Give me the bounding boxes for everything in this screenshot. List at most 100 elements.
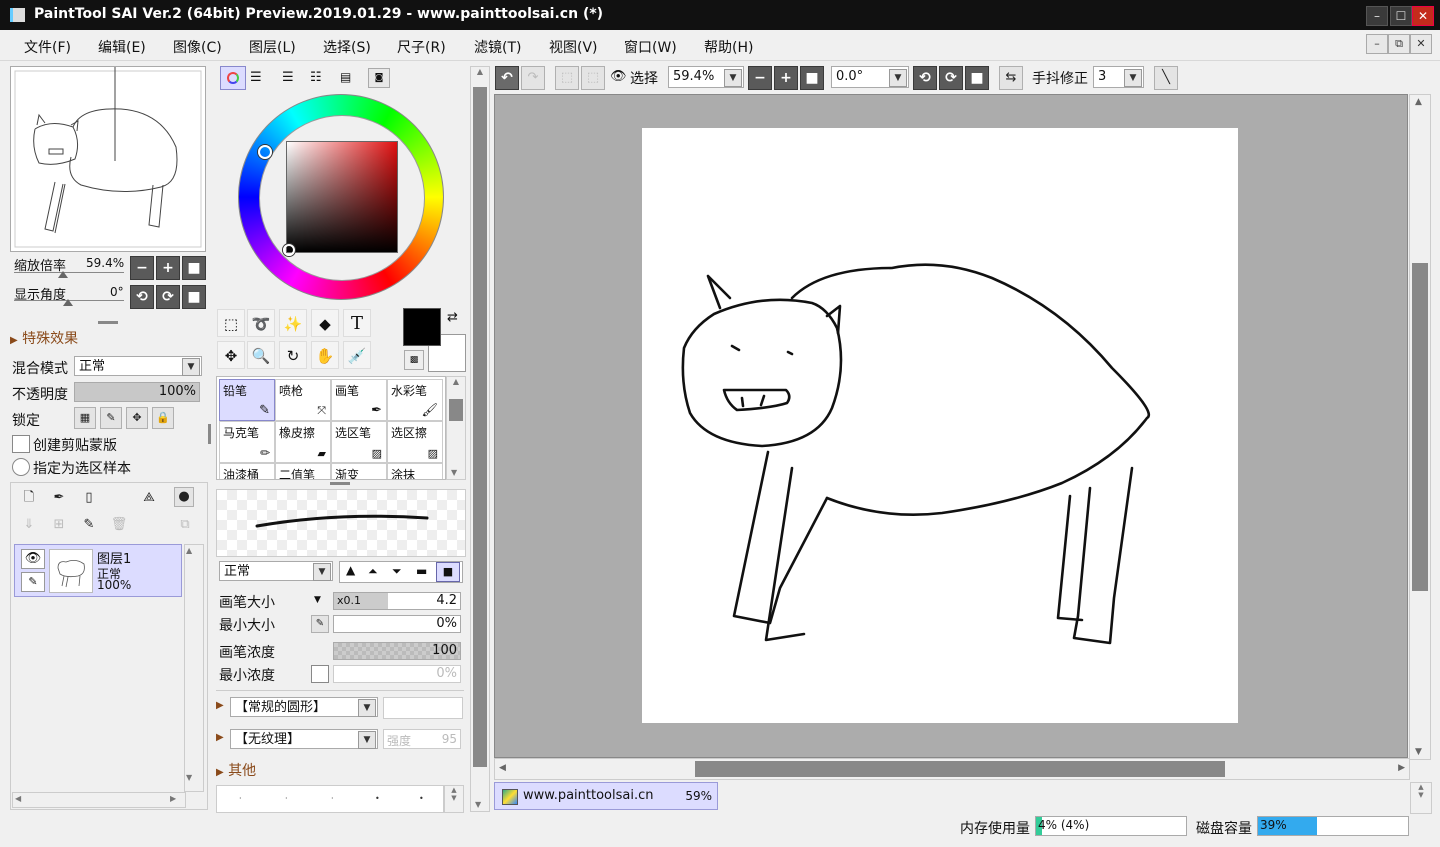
rotate-right-button[interactable]: ⟳ xyxy=(156,285,180,309)
sv-cursor[interactable] xyxy=(283,244,295,256)
brush-watercolor[interactable]: 水彩笔 🖌 xyxy=(387,379,443,421)
canvas-zoom-reset-button[interactable]: ■ xyxy=(800,66,824,90)
text-tool-icon[interactable]: T xyxy=(343,309,371,337)
panel-splitter[interactable] xyxy=(98,321,118,324)
canvas-angle-select[interactable]: 0.0° ▼ xyxy=(831,66,909,88)
color-wheel-tab[interactable] xyxy=(220,66,246,90)
density-slider[interactable]: 100 xyxy=(333,642,461,660)
merge-down-icon[interactable]: ⊞ xyxy=(48,514,70,536)
tool-scroll-thumb[interactable] xyxy=(473,87,487,767)
document-canvas[interactable] xyxy=(642,128,1238,723)
swap-colors-icon[interactable]: ⇄ xyxy=(447,310,458,325)
stabilizer-select[interactable]: 3 ▼ xyxy=(1093,66,1144,88)
rotate-left-button[interactable]: ⟲ xyxy=(130,285,154,309)
brush-gradient[interactable]: 渐变 xyxy=(331,463,387,479)
brush-scroll-down-icon[interactable]: ▼ xyxy=(451,468,457,477)
canvas-scroll-left-icon[interactable]: ◀ xyxy=(499,763,506,773)
menu-edit[interactable]: 编辑(E) xyxy=(98,37,146,57)
canvas-hscroll-thumb[interactable] xyxy=(695,761,1225,777)
size-slider[interactable]: x0.1 4.2 xyxy=(333,592,461,610)
move-tool-icon[interactable]: ✥ xyxy=(217,341,245,369)
mdi-minimize-button[interactable]: – xyxy=(1366,34,1388,54)
brush-scroll-thumb[interactable] xyxy=(449,399,463,421)
select-visibility-eye-icon[interactable]: 👁 xyxy=(610,69,627,84)
blend-mode-select[interactable]: 正常 ▼ xyxy=(74,356,202,376)
mindensity-slider[interactable]: 0% xyxy=(333,665,461,683)
lock-transparency-icon[interactable]: ▦ xyxy=(74,407,96,429)
tip-soft-icon[interactable]: ⏷ xyxy=(392,564,402,579)
clear-layer-icon[interactable]: ✎ xyxy=(78,514,100,536)
opacity-slider[interactable]: 100% xyxy=(74,382,200,402)
brush-pencil[interactable]: 铅笔 ✎ xyxy=(219,379,275,421)
canvas-zoom-out-button[interactable]: − xyxy=(748,66,772,90)
angle-slider-handle[interactable] xyxy=(63,299,73,306)
zoom-out-button[interactable]: − xyxy=(130,256,154,280)
canvas-rotate-right-button[interactable]: ⟳ xyxy=(939,66,963,90)
tip-sharp-icon[interactable]: ▲ xyxy=(346,563,355,577)
tool-scroll-down-icon[interactable]: ▼ xyxy=(475,800,481,809)
lock-move-icon[interactable]: ✥ xyxy=(126,407,148,429)
brush-binary-pen[interactable]: 二值笔 xyxy=(275,463,331,479)
transfer-down-icon[interactable]: ⇓ xyxy=(18,514,40,536)
texture-strength-slider[interactable]: 强度 95 xyxy=(383,729,461,749)
rotate-reset-button[interactable]: ■ xyxy=(182,285,206,309)
menu-layer[interactable]: 图层(L) xyxy=(249,37,296,57)
menu-view[interactable]: 视图(V) xyxy=(549,37,598,57)
layer-hscroll-left-icon[interactable]: ◀ xyxy=(15,794,21,803)
brush-brush[interactable]: 画笔 ✒ xyxy=(331,379,387,421)
rotate-tool-icon[interactable]: ↻ xyxy=(279,341,307,369)
size-multiplier-dropdown-icon[interactable]: ▼ xyxy=(314,595,321,605)
brush-select-eraser[interactable]: 选区擦 ▨ xyxy=(387,421,443,463)
close-button[interactable]: ✕ xyxy=(1412,6,1434,26)
palette-tab[interactable]: ☷ xyxy=(310,70,322,85)
minsize-slider[interactable]: 0% xyxy=(333,615,461,633)
mdi-restore-button[interactable]: ⧉ xyxy=(1388,34,1410,54)
flip-horizontal-button[interactable]: ⇆ xyxy=(999,66,1023,90)
texture-select[interactable]: 【无纹理】 ▼ xyxy=(230,729,378,749)
brush-select-pen[interactable]: 选区笔 ▨ xyxy=(331,421,387,463)
lock-all-icon[interactable]: 🔒 xyxy=(152,407,174,429)
layer-extra-icon[interactable]: ⧉ xyxy=(174,514,196,536)
canvas-scroll-down-icon[interactable]: ▼ xyxy=(1415,747,1422,757)
document-tab[interactable]: www.painttoolsai.cn 59% xyxy=(494,782,718,810)
tip-flat-icon[interactable]: ▬ xyxy=(416,564,427,578)
brush-scroll-up-icon[interactable]: ▲ xyxy=(447,377,465,386)
brush-marker[interactable]: 马克笔 ✏ xyxy=(219,421,275,463)
hue-cursor[interactable] xyxy=(258,145,272,159)
canvas-vscrollbar[interactable]: ▲ ▼ xyxy=(1409,94,1431,760)
menu-filter[interactable]: 滤镜(T) xyxy=(474,37,521,57)
magic-wand-icon[interactable]: ✨ xyxy=(279,309,307,337)
lock-paint-icon[interactable]: ✎ xyxy=(100,407,122,429)
scratchpad-tab[interactable]: ◙ xyxy=(368,68,390,88)
tab-scrollbar[interactable]: ▲ ▼ xyxy=(1410,782,1432,814)
rect-select-icon[interactable]: ⬚ xyxy=(217,309,245,337)
layer-scrollbar[interactable] xyxy=(184,544,204,792)
menu-select[interactable]: 选择(S) xyxy=(323,37,371,57)
brush-bucket[interactable]: 油漆桶 xyxy=(219,463,275,479)
canvas-scroll-up-icon[interactable]: ▲ xyxy=(1415,97,1422,107)
zoom-tool-icon[interactable]: 🔍 xyxy=(247,341,275,369)
maximize-button[interactable]: ☐ xyxy=(1390,6,1412,26)
selection-sample-checkbox[interactable] xyxy=(12,458,30,476)
brush-blur[interactable]: 涂抹 xyxy=(387,463,443,479)
eyedropper-icon[interactable]: 💉 xyxy=(343,341,371,369)
dot-size-presets[interactable]: · · · • • xyxy=(216,785,444,813)
clip-mask-checkbox[interactable] xyxy=(12,435,30,453)
rgb-slider-tab[interactable]: ☰ xyxy=(250,70,262,85)
layer-hscrollbar[interactable] xyxy=(12,792,186,808)
straight-line-button[interactable]: ╲ xyxy=(1154,66,1178,90)
layer-scroll-up-icon[interactable]: ▲ xyxy=(186,546,192,555)
redo-button[interactable]: ↷ xyxy=(521,66,545,90)
menu-help[interactable]: 帮助(H) xyxy=(704,37,753,57)
menu-window[interactable]: 窗口(W) xyxy=(624,37,677,57)
canvas-zoom-in-button[interactable]: + xyxy=(774,66,798,90)
tool-scroll-up-icon[interactable]: ▲ xyxy=(471,67,489,76)
zoom-slider[interactable] xyxy=(14,272,124,273)
swatch-tab[interactable]: ▤ xyxy=(340,70,351,84)
new-folder-icon[interactable]: ▯ xyxy=(78,487,100,509)
undo-button[interactable]: ↶ xyxy=(495,66,519,90)
other-section-header[interactable]: ▶ 其他 xyxy=(216,760,256,780)
layer-mask-icon[interactable]: ⟁ xyxy=(138,487,160,509)
new-pen-layer-icon[interactable]: ✒ xyxy=(48,487,70,509)
layer-option-icon[interactable]: ● xyxy=(174,487,194,507)
